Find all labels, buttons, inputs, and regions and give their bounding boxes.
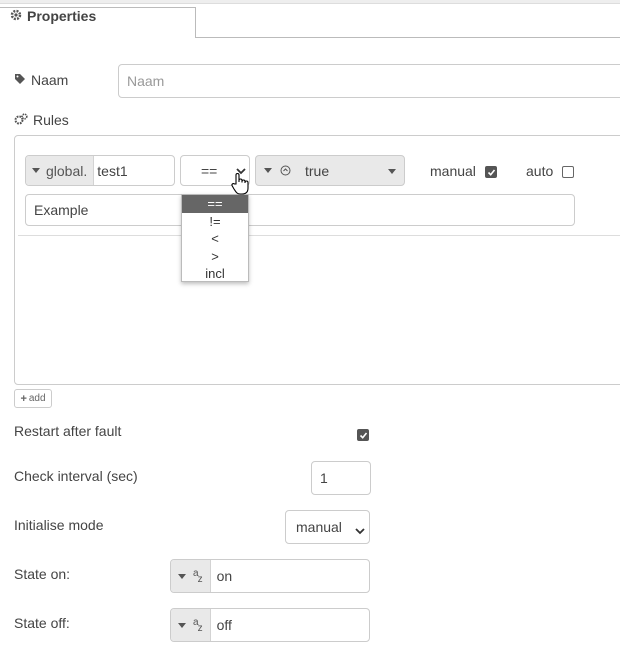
rule-manual-label: manual	[430, 163, 476, 179]
rule-variable-value[interactable]: test1	[94, 156, 127, 185]
state-off-input[interactable]: az off	[170, 608, 370, 642]
initialise-mode-select[interactable]: manual	[285, 510, 370, 544]
rule-compare-value: true	[305, 162, 330, 179]
state-off-label: State off:	[14, 615, 70, 631]
operator-option[interactable]: <	[182, 230, 248, 248]
tag-icon	[14, 72, 26, 88]
name-label: Naam	[14, 72, 68, 88]
chevron-down-icon	[355, 523, 365, 539]
rule-auto-label: auto	[526, 163, 554, 179]
string-az-icon: az	[193, 616, 203, 634]
restart-after-fault-checkbox[interactable]	[357, 429, 369, 441]
gears-icon	[14, 112, 28, 128]
operator-dropdown-list: == != < > incl	[181, 194, 249, 282]
top-border	[0, 0, 620, 4]
caret-down-icon	[388, 169, 396, 174]
rule-auto-checkbox[interactable]	[562, 166, 574, 178]
gear-icon	[10, 8, 22, 24]
rule-variable-type-button[interactable]: global.	[26, 156, 95, 185]
initialise-mode-value: manual	[296, 519, 342, 535]
rule-operator-value: ==	[201, 162, 218, 179]
state-off-type-button[interactable]: az	[171, 609, 211, 641]
operator-option[interactable]: !=	[182, 213, 248, 231]
caret-down-icon	[264, 168, 272, 173]
caret-down-icon	[178, 622, 186, 628]
check-interval-input[interactable]: 1	[311, 461, 371, 495]
checkmark-icon	[487, 168, 495, 176]
rule-description-input[interactable]: Example	[25, 194, 575, 226]
tab-divider	[196, 37, 620, 38]
rules-label: Rules	[14, 112, 69, 128]
rule-variable-input[interactable]: global. test1	[25, 155, 175, 186]
state-on-value[interactable]: on	[211, 560, 233, 592]
rule-manual-checkbox[interactable]	[485, 166, 497, 178]
caret-down-icon	[178, 573, 186, 579]
checkmark-icon	[359, 431, 367, 439]
rule-compare-type-button[interactable]	[256, 156, 291, 185]
state-on-type-button[interactable]: az	[171, 560, 211, 592]
name-input[interactable]: Naam	[118, 64, 620, 98]
check-interval-label: Check interval (sec)	[14, 468, 138, 484]
tab-properties-label: Properties	[10, 8, 96, 24]
state-off-value[interactable]: off	[211, 609, 232, 641]
operator-option[interactable]: incl	[182, 265, 248, 283]
state-on-input[interactable]: az on	[170, 559, 370, 593]
rule-divider	[18, 235, 620, 236]
initialise-mode-label: Initialise mode	[14, 517, 104, 533]
hand-cursor-icon	[230, 172, 250, 199]
plus-icon: +	[20, 392, 27, 405]
string-az-icon: az	[193, 567, 203, 585]
restart-after-fault-label: Restart after fault	[14, 423, 122, 439]
operator-option[interactable]: >	[182, 248, 248, 266]
add-rule-button[interactable]: + add	[14, 389, 52, 408]
state-on-label: State on:	[14, 566, 71, 582]
caret-down-icon	[32, 168, 40, 173]
boolean-icon	[280, 163, 291, 179]
rule-compare-input[interactable]: true	[255, 155, 405, 186]
